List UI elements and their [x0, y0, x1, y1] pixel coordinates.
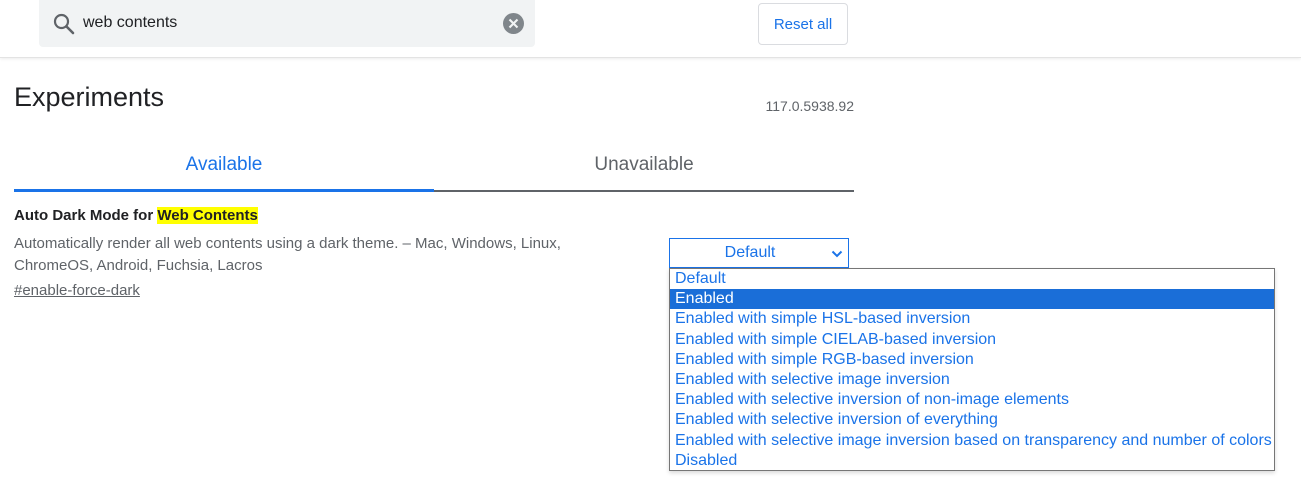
search-icon: [53, 13, 75, 35]
experiment-permalink[interactable]: #enable-force-dark: [14, 282, 140, 299]
version-label: 117.0.5938.92: [765, 98, 855, 114]
tab-unavailable[interactable]: Unavailable: [434, 140, 854, 190]
select-dropdown-list: Default Enabled Enabled with simple HSL-…: [669, 268, 1275, 471]
chevron-down-icon: [831, 250, 843, 258]
experiment-title-prefix: Auto Dark Mode for: [14, 207, 158, 224]
experiment-select[interactable]: Default: [669, 238, 849, 268]
experiment-description: Automatically render all web contents us…: [14, 233, 614, 277]
tabs: Available Unavailable: [14, 140, 854, 192]
search-highlight: Web Contents: [157, 207, 258, 224]
option-cielab-inversion[interactable]: Enabled with simple CIELAB-based inversi…: [670, 330, 1274, 350]
option-hsl-inversion[interactable]: Enabled with simple HSL-based inversion: [670, 309, 1274, 329]
option-selective-everything-inversion[interactable]: Enabled with selective inversion of ever…: [670, 410, 1274, 430]
select-value: Default: [724, 244, 776, 261]
option-enabled[interactable]: Enabled: [670, 289, 1274, 310]
option-transparency-colors-inversion[interactable]: Enabled with selective image inversion b…: [670, 431, 1274, 451]
option-selective-non-image-inversion[interactable]: Enabled with selective inversion of non-…: [670, 390, 1274, 410]
reset-all-button[interactable]: Reset all: [758, 3, 848, 45]
experiment-title: Auto Dark Mode for Web Contents: [14, 207, 258, 224]
search-input[interactable]: [83, 9, 493, 37]
option-rgb-inversion[interactable]: Enabled with simple RGB-based inversion: [670, 350, 1274, 370]
experiment-description-line-2: ChromeOS, Android, Fuchsia, Lacros: [14, 257, 263, 274]
experiment-description-line-1: Automatically render all web contents us…: [14, 235, 561, 252]
tab-available[interactable]: Available: [14, 140, 434, 190]
page-title: Experiments: [14, 82, 165, 112]
active-tab-indicator: [14, 189, 434, 192]
option-selective-image-inversion[interactable]: Enabled with selective image inversion: [670, 370, 1274, 390]
clear-icon[interactable]: [503, 13, 524, 34]
search-box[interactable]: [39, 0, 535, 47]
option-disabled[interactable]: Disabled: [670, 451, 1274, 471]
top-toolbar: Reset all: [0, 0, 1301, 58]
option-default[interactable]: Default: [670, 269, 1274, 289]
